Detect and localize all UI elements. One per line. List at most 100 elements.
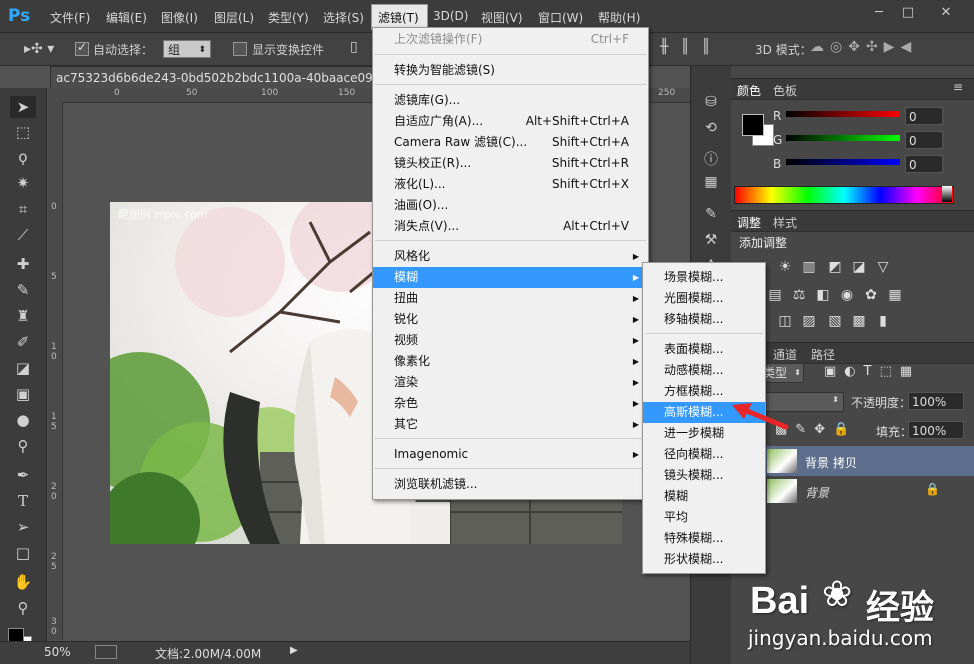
menu-item-oil-paint[interactable]: 油画(O)... [373,195,648,216]
dodge-tool-icon[interactable]: ⚲ [10,435,36,457]
menu-item-liquify[interactable]: 液化(L)... Shift+Ctrl+X [373,174,648,195]
gradient-fill-icon[interactable]: ▮ [874,312,892,330]
menu-help[interactable]: 帮助(H) [598,9,640,26]
pen-tool-icon[interactable]: ✒ [10,464,36,486]
channel-mixer-icon[interactable]: ✿ [862,286,880,304]
show-transform-checkbox[interactable] [233,42,247,56]
layer-name[interactable]: 背景 拷贝 [805,454,857,471]
rectangle-tool-icon[interactable]: □ [10,542,36,564]
channel-b-input[interactable]: 0 [905,155,943,173]
menu-file[interactable]: 文件(F) [50,9,90,26]
menu-type[interactable]: 类型(Y) [268,9,309,26]
menu-image[interactable]: 图像(I) [161,9,198,26]
color-spectrum-bar[interactable] [734,186,954,204]
lasso-tool-icon[interactable]: ϙ [10,146,36,168]
distribute-icons[interactable]: ╫ ║ ║ [660,39,714,55]
actions-icon[interactable]: ⟲ [699,116,723,140]
tab-adjustments[interactable]: 调整 [737,214,761,231]
vibrance-icon[interactable]: ▤ [766,286,784,304]
tab-color[interactable]: 颜色 [737,82,761,99]
layer-row-background[interactable]: 背景 🔒 [763,476,974,506]
path-select-icon[interactable]: ➢ [10,516,36,538]
auto-select-group-dropdown[interactable]: 组 ⬍ [163,40,211,58]
menu-item-radial-blur[interactable]: 径向模糊... [643,444,765,465]
curves-icon[interactable]: ◩ [826,258,844,276]
channel-r-input[interactable]: 0 [905,107,943,125]
status-arrow-icon[interactable]: ▶ [290,645,298,656]
fill-input[interactable]: 100% [908,421,964,439]
history-icon[interactable]: ⛁ [699,90,723,114]
menu-item-average[interactable]: 平均 [643,507,765,528]
document-tab[interactable]: ac75323d6b6de243-0bd502b2bdc1100a-40baac… [50,66,377,90]
threshold-icon[interactable]: ▧ [826,312,844,330]
marquee-tool-icon[interactable]: ⬚ [10,121,36,143]
info-icon[interactable]: ⓘ [699,148,723,172]
tab-channels[interactable]: 通道 [773,346,797,363]
menu-item-shape-blur[interactable]: 形状模糊... [643,549,765,570]
menu-item-noise[interactable]: 杂色 ▶ [373,393,648,414]
menu-item-iris-blur[interactable]: 光圈模糊... [643,288,765,309]
layer-filter-icons[interactable]: ▣◐T⬚▦ [824,364,920,379]
channel-g-input[interactable]: 0 [905,131,943,149]
menu-item-sharpen[interactable]: 锐化 ▶ [373,309,648,330]
eyedropper-icon[interactable]: ⟋ [10,224,36,246]
menu-filter[interactable]: 滤镜(T) [378,9,419,26]
menu-item-other[interactable]: 其它 ▶ [373,414,648,435]
selective-color-icon[interactable]: ▩ [850,312,868,330]
layer-name[interactable]: 背景 [805,484,829,501]
menu-item-lens-blur[interactable]: 镜头模糊... [643,465,765,486]
maximize-icon[interactable]: □ [895,4,921,22]
zoom-level[interactable]: 50% [44,645,71,659]
tab-paths[interactable]: 路径 [811,346,835,363]
properties-icon[interactable]: ▦ [699,170,723,194]
menu-item-imagenomic[interactable]: Imagenomic ▶ [373,444,648,465]
menu-item-blur[interactable]: 模糊 [643,486,765,507]
menu-item-lens-correction[interactable]: 镜头校正(R)... Shift+Ctrl+R [373,153,648,174]
tool-presets-icon[interactable]: ⚒ [699,228,723,252]
stamp-tool-icon[interactable]: ♜ [10,305,36,327]
align-icon[interactable]: ▯ [350,39,358,55]
brush-presets-icon[interactable]: ✎ [699,202,723,226]
magic-wand-icon[interactable]: ✷ [10,172,36,194]
3d-mode-icons[interactable]: ☁◎✥✣▶◀ [810,39,917,55]
type-tool-icon[interactable]: T [10,490,36,512]
photo-filter-icon[interactable]: ◉ [838,286,856,304]
gradient-icon[interactable]: ▣ [10,383,36,405]
move-tool-preset-icon[interactable]: ▸✣ ▾ [24,41,54,57]
brush-tool-icon[interactable]: ✎ [10,279,36,301]
layer-row-background-copy[interactable]: 背景 拷贝 [763,446,974,476]
menu-item-field-blur[interactable]: 场景模糊... [643,267,765,288]
tab-styles[interactable]: 样式 [773,214,797,231]
layer-kind-filter[interactable]: 类型 ⬍ [762,363,804,383]
channel-r-slider[interactable] [786,111,900,117]
menu-item-render[interactable]: 渲染 ▶ [373,372,648,393]
fg-color-swatch[interactable] [742,114,764,136]
hand-tool-icon[interactable]: ✋ [10,571,36,593]
menu-item-adaptive-wide-angle[interactable]: 自适应广角(A)... Alt+Shift+Ctrl+A [373,111,648,132]
menu-item-browse-online-filters[interactable]: 浏览联机滤镜... [373,474,648,495]
menu-item-video[interactable]: 视频 ▶ [373,330,648,351]
menu-item-filter-gallery[interactable]: 滤镜库(G)... [373,90,648,111]
tab-swatches[interactable]: 色板 [773,82,797,99]
bw-icon[interactable]: ◧ [814,286,832,304]
menu-3d[interactable]: 3D(D) [433,9,468,23]
menu-window[interactable]: 窗口(W) [538,9,583,26]
history-brush-icon[interactable]: ✐ [10,331,36,353]
menu-item-vanishing-point[interactable]: 消失点(V)... Alt+Ctrl+V [373,216,648,237]
close-icon[interactable]: ✕ [928,4,964,22]
move-tool-icon[interactable]: ➤ [10,96,36,118]
opacity-input[interactable]: 100% [908,392,964,410]
menu-item-distort[interactable]: 扭曲 ▶ [373,288,648,309]
channel-g-slider[interactable] [786,135,900,141]
eraser-icon[interactable]: ◪ [10,357,36,379]
brightness-icon[interactable]: ☀ [776,258,794,276]
color-balance-icon[interactable]: ⚖ [790,286,808,304]
blur-tool-icon[interactable]: ● [10,409,36,431]
panel-menu-icon[interactable]: ≡ [953,80,963,94]
exposure-icon[interactable]: ◪ [850,258,868,276]
levels-icon[interactable]: ▥ [800,258,818,276]
color-picker-swatches[interactable] [742,114,776,148]
channel-b-slider[interactable] [786,159,900,165]
auto-select-checkbox[interactable] [75,40,89,56]
bw-ramp[interactable] [942,186,952,202]
